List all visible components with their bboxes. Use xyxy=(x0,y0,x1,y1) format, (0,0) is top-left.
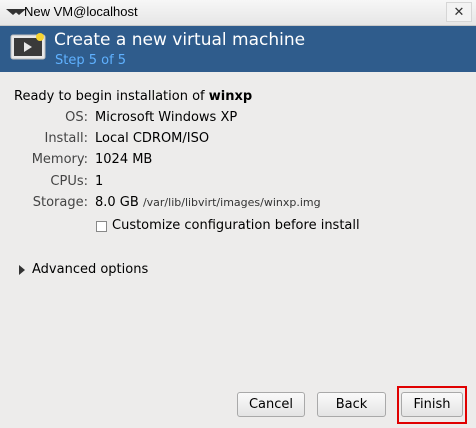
cpus-value: 1 xyxy=(95,174,104,189)
summary-row-os: OS: Microsoft Windows XP xyxy=(0,110,476,128)
vm-name: winxp xyxy=(208,89,253,104)
header-step: Step 5 of 5 xyxy=(55,53,127,68)
install-value: Local CDROM/ISO xyxy=(95,131,210,146)
cancel-button[interactable]: Cancel xyxy=(237,392,305,417)
close-icon[interactable]: ✕ xyxy=(454,5,465,20)
ready-prefix: Ready to begin installation of xyxy=(14,89,209,104)
advanced-options-expander[interactable]: Advanced options xyxy=(32,262,148,277)
window-title: New VM@localhost xyxy=(24,4,138,19)
header-title: Create a new virtual machine xyxy=(54,30,306,50)
os-value: Microsoft Windows XP xyxy=(95,110,238,125)
cpus-label: CPUs: xyxy=(50,174,88,189)
summary-row-cpus: CPUs: 1 xyxy=(0,174,476,192)
expander-arrow-icon[interactable] xyxy=(19,265,25,275)
storage-label: Storage: xyxy=(32,195,88,210)
memory-value: 1024 MB xyxy=(95,152,153,167)
ready-text: Ready to begin installation of winxp xyxy=(14,89,252,104)
summary-row-memory: Memory: 1024 MB xyxy=(0,152,476,170)
os-label: OS: xyxy=(65,110,88,125)
close-button[interactable]: ✕ xyxy=(446,2,472,22)
storage-size: 8.0 GB xyxy=(95,195,139,210)
summary-row-storage: Storage: 8.0 GB /var/lib/libvirt/images/… xyxy=(0,195,476,213)
back-button[interactable]: Back xyxy=(317,392,386,417)
customize-checkbox-label[interactable]: Customize configuration before install xyxy=(112,218,360,233)
wizard-header: Create a new virtual machine Step 5 of 5 xyxy=(0,26,476,72)
memory-label: Memory: xyxy=(31,152,88,167)
customize-checkbox[interactable] xyxy=(96,221,107,232)
finish-highlight-box xyxy=(397,386,467,424)
window-titlebar: New VM@localhost ✕ xyxy=(0,0,476,26)
summary-row-install: Install: Local CDROM/ISO xyxy=(0,131,476,149)
storage-value: 8.0 GB /var/lib/libvirt/images/winxp.img xyxy=(95,195,321,210)
storage-path: /var/lib/libvirt/images/winxp.img xyxy=(142,196,321,209)
install-label: Install: xyxy=(44,131,88,146)
vm-screen-icon xyxy=(10,33,46,60)
